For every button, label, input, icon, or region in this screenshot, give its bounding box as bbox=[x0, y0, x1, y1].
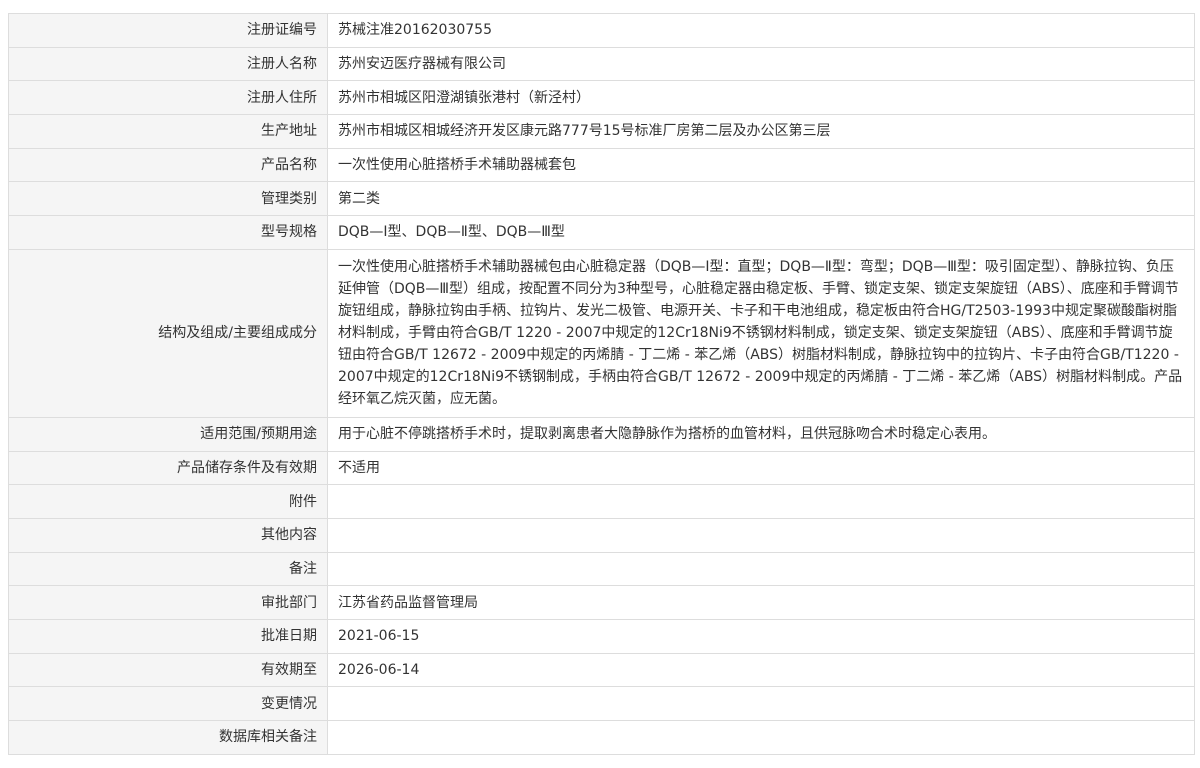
field-label: 变更情况 bbox=[8, 686, 328, 721]
field-label: 备注 bbox=[8, 551, 328, 587]
field-value: DQB—Ⅰ型、DQB—Ⅱ型、DQB—Ⅲ型 bbox=[327, 215, 1195, 250]
field-label: 注册人名称 bbox=[8, 46, 328, 82]
field-value bbox=[327, 551, 1195, 587]
table-row-other-content: 其他内容 bbox=[8, 517, 1195, 553]
table-row-valid-until: 有效期至 2026-06-14 bbox=[8, 652, 1195, 688]
field-label: 产品名称 bbox=[8, 147, 328, 183]
field-value: 第二类 bbox=[327, 181, 1195, 217]
table-row-remarks: 备注 bbox=[8, 551, 1195, 587]
table-row-registration-number: 注册证编号 苏械注准20162030755 bbox=[8, 13, 1195, 48]
field-label: 数据库相关备注 bbox=[8, 720, 328, 755]
table-row-production-address: 生产地址 苏州市相城区相城经济开发区康元路777号15号标准厂房第二层及办公区第… bbox=[8, 114, 1195, 149]
field-label: 注册证编号 bbox=[8, 13, 328, 48]
field-value: 用于心脏不停跳搭桥手术时，提取剥离患者大隐静脉作为搭桥的血管材料，且供冠脉吻合术… bbox=[327, 416, 1195, 452]
field-value bbox=[327, 517, 1195, 553]
table-row-model-spec: 型号规格 DQB—Ⅰ型、DQB—Ⅱ型、DQB—Ⅲ型 bbox=[8, 215, 1195, 250]
field-label: 有效期至 bbox=[8, 652, 328, 688]
registration-detail-page: 注册证编号 苏械注准20162030755 注册人名称 苏州安迈医疗器械有限公司… bbox=[0, 0, 1200, 768]
field-value bbox=[327, 484, 1195, 519]
field-value: 不适用 bbox=[327, 450, 1195, 486]
field-label: 型号规格 bbox=[8, 215, 328, 250]
field-label: 产品储存条件及有效期 bbox=[8, 450, 328, 486]
field-label: 其他内容 bbox=[8, 517, 328, 553]
table-row-storage-validity: 产品储存条件及有效期 不适用 bbox=[8, 450, 1195, 486]
field-value bbox=[327, 686, 1195, 721]
field-value: 一次性使用心脏搭桥手术辅助器械套包 bbox=[327, 147, 1195, 183]
field-label: 结构及组成/主要组成成分 bbox=[8, 248, 328, 418]
table-row-attachments: 附件 bbox=[8, 484, 1195, 519]
field-label: 审批部门 bbox=[8, 585, 328, 620]
field-label: 附件 bbox=[8, 484, 328, 519]
table-row-registrant-address: 注册人住所 苏州市相城区阳澄湖镇张港村（新泾村） bbox=[8, 80, 1195, 116]
field-value: 苏州市相城区阳澄湖镇张港村（新泾村） bbox=[327, 80, 1195, 116]
field-value: 2021-06-15 bbox=[327, 618, 1195, 654]
table-row-management-category: 管理类别 第二类 bbox=[8, 181, 1195, 217]
table-row-product-name: 产品名称 一次性使用心脏搭桥手术辅助器械套包 bbox=[8, 147, 1195, 183]
field-value: 苏械注准20162030755 bbox=[327, 13, 1195, 48]
field-label: 管理类别 bbox=[8, 181, 328, 217]
field-value: 一次性使用心脏搭桥手术辅助器械包由心脏稳定器（DQB—Ⅰ型：直型；DQB—Ⅱ型：… bbox=[327, 248, 1195, 418]
field-value: 2026-06-14 bbox=[327, 652, 1195, 688]
table-row-registrant-name: 注册人名称 苏州安迈医疗器械有限公司 bbox=[8, 46, 1195, 82]
field-label: 生产地址 bbox=[8, 114, 328, 149]
field-label: 适用范围/预期用途 bbox=[8, 416, 328, 452]
field-value: 苏州安迈医疗器械有限公司 bbox=[327, 46, 1195, 82]
field-label: 批准日期 bbox=[8, 618, 328, 654]
field-value: 苏州市相城区相城经济开发区康元路777号15号标准厂房第二层及办公区第三层 bbox=[327, 114, 1195, 149]
field-value bbox=[327, 720, 1195, 755]
table-row-approval-department: 审批部门 江苏省药品监督管理局 bbox=[8, 585, 1195, 620]
table-row-intended-use: 适用范围/预期用途 用于心脏不停跳搭桥手术时，提取剥离患者大隐静脉作为搭桥的血管… bbox=[8, 416, 1195, 452]
registration-info-table: 注册证编号 苏械注准20162030755 注册人名称 苏州安迈医疗器械有限公司… bbox=[8, 13, 1195, 755]
table-row-database-notes: 数据库相关备注 bbox=[8, 720, 1195, 755]
field-value: 江苏省药品监督管理局 bbox=[327, 585, 1195, 620]
table-row-change-history: 变更情况 bbox=[8, 686, 1195, 721]
table-row-structure-composition: 结构及组成/主要组成成分 一次性使用心脏搭桥手术辅助器械包由心脏稳定器（DQB—… bbox=[8, 248, 1195, 418]
field-label: 注册人住所 bbox=[8, 80, 328, 116]
table-row-approval-date: 批准日期 2021-06-15 bbox=[8, 618, 1195, 654]
